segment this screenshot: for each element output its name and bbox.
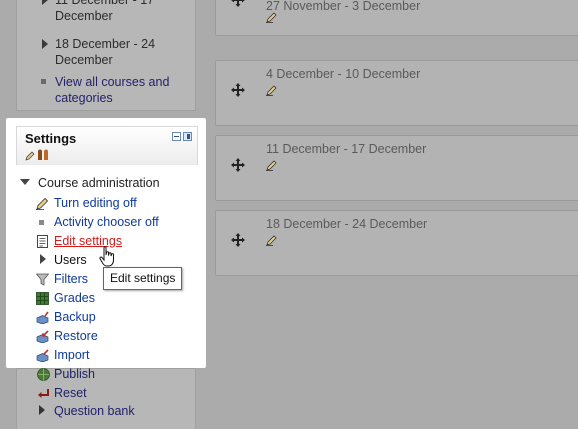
- pencil-icon[interactable]: [266, 234, 278, 246]
- expand-icon: [42, 39, 48, 49]
- collapse-icon: [20, 179, 30, 185]
- move-icon[interactable]: [231, 83, 245, 97]
- settings-item-grades[interactable]: Grades: [54, 290, 95, 306]
- week-title: 27 November - 3 December: [266, 0, 421, 13]
- backup-icon: [36, 311, 49, 324]
- settings-item-filters[interactable]: Filters: [54, 271, 88, 287]
- week-section: 18 December - 24 December: [215, 210, 578, 276]
- globe-icon: [37, 368, 50, 381]
- week-title: 18 December - 24 December: [266, 217, 428, 231]
- settings-item-turn-editing-off[interactable]: Turn editing off: [54, 195, 137, 211]
- navigation-block: 11 December - 17 December 18 December - …: [16, 0, 196, 111]
- block-actions-icons[interactable]: [25, 149, 51, 161]
- week-section: 27 November - 3 December: [215, 0, 578, 36]
- settings-block: Settings Course administration Turn edit…: [6, 118, 206, 368]
- week-title: 11 December - 17 December: [266, 142, 427, 156]
- nav-item-week-11-december[interactable]: 11 December - 17 December: [42, 0, 195, 24]
- import-icon: [36, 349, 49, 362]
- week-title: 4 December - 10 December: [266, 67, 421, 81]
- bullet-icon: [39, 220, 44, 225]
- week-section: 4 December - 10 December: [215, 60, 578, 126]
- nav-item-label: 11 December - 17 December: [55, 0, 155, 23]
- week-section: 11 December - 17 December: [215, 135, 578, 201]
- pencil-icon[interactable]: [266, 11, 278, 23]
- pencil-icon: [36, 197, 49, 210]
- nav-item-week-18-december[interactable]: 18 December - 24 December: [42, 36, 195, 68]
- settings-item-backup[interactable]: Backup: [54, 309, 96, 325]
- expand-icon: [42, 0, 48, 5]
- settings-item-publish[interactable]: Publish: [54, 366, 95, 382]
- move-icon[interactable]: [231, 0, 245, 7]
- collapse-block-icon[interactable]: [172, 132, 181, 141]
- nav-item-label: 18 December - 24 December: [55, 37, 156, 67]
- pencil-icon[interactable]: [266, 159, 278, 171]
- reset-arrow-icon: [38, 389, 49, 398]
- document-icon: [37, 235, 48, 248]
- hand-pointer-icon: [99, 246, 114, 267]
- dock-block-icon[interactable]: [183, 132, 192, 141]
- bullet-icon: [41, 79, 46, 84]
- settings-item-restore[interactable]: Restore: [54, 328, 98, 344]
- grades-table-icon: [36, 292, 49, 305]
- settings-block-header: Settings: [16, 126, 198, 165]
- settings-item-import[interactable]: Import: [54, 347, 89, 363]
- expand-icon: [40, 254, 46, 264]
- edit-settings-tooltip: Edit settings: [103, 267, 183, 290]
- funnel-icon: [36, 273, 49, 286]
- settings-item-activity-chooser-off[interactable]: Activity chooser off: [54, 214, 159, 230]
- view-all-courses-label: View all courses and categories: [55, 75, 170, 105]
- move-icon[interactable]: [231, 233, 245, 247]
- move-icon[interactable]: [231, 158, 245, 172]
- settings-title: Settings: [25, 131, 77, 146]
- course-administration-node[interactable]: Course administration: [20, 176, 160, 190]
- settings-item-question-bank[interactable]: Question bank: [54, 403, 135, 419]
- view-all-courses-link[interactable]: View all courses and categories: [41, 74, 195, 106]
- settings-item-users[interactable]: Users: [54, 252, 87, 268]
- expand-icon: [39, 405, 45, 415]
- restore-icon: [36, 330, 49, 343]
- settings-item-reset[interactable]: Reset: [54, 385, 87, 401]
- pencil-icon[interactable]: [266, 84, 278, 96]
- course-administration-label: Course administration: [38, 176, 160, 190]
